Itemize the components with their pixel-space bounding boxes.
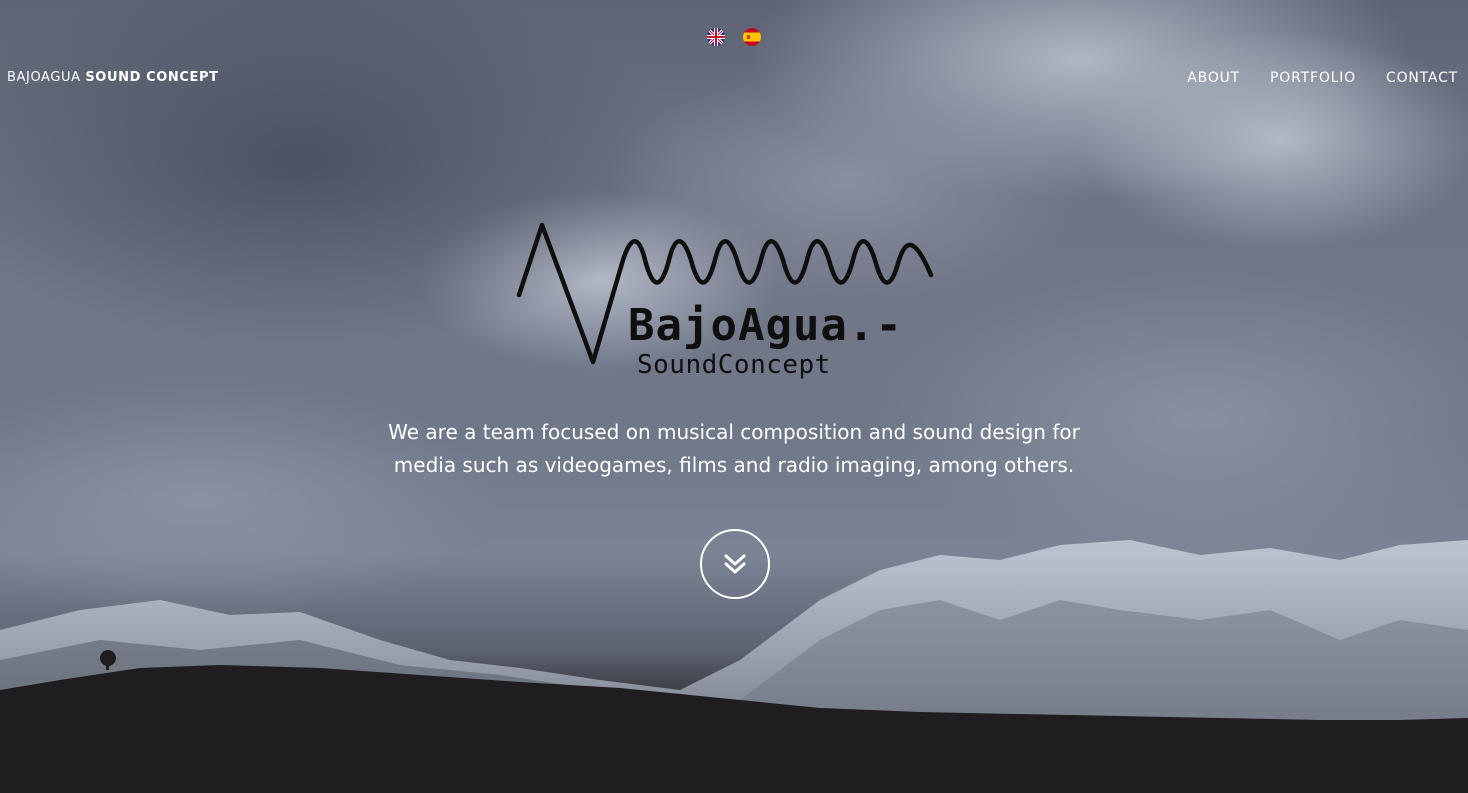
brand-light-text: BAJOAGUA [7, 70, 81, 85]
tagline-line-1: We are a team focused on musical composi… [388, 420, 1080, 444]
language-selector [707, 28, 761, 46]
uk-flag-icon[interactable] [707, 28, 725, 46]
hero-section: BAJOAGUA SOUND CONCEPT ABOUT PORTFOLIO C… [0, 0, 1468, 793]
nav-contact[interactable]: CONTACT [1386, 70, 1458, 86]
brand-link[interactable]: BAJOAGUA SOUND CONCEPT [7, 70, 219, 85]
spain-flag-icon[interactable] [743, 28, 761, 46]
background-image [0, 0, 1468, 793]
double-chevron-down-icon [724, 554, 746, 574]
nav-portfolio[interactable]: PORTFOLIO [1270, 70, 1356, 86]
nav-about[interactable]: ABOUT [1187, 70, 1240, 86]
logo-title: BajoAgua.- [628, 300, 903, 351]
tagline-line-2: media such as videogames, films and radi… [393, 453, 1075, 477]
logo-subtitle: SoundConcept [637, 350, 831, 380]
main-nav: ABOUT PORTFOLIO CONTACT [1187, 70, 1458, 86]
brand-bold-text: SOUND CONCEPT [85, 70, 219, 85]
scroll-down-button[interactable] [700, 529, 770, 599]
tagline: We are a team focused on musical composi… [334, 416, 1134, 482]
